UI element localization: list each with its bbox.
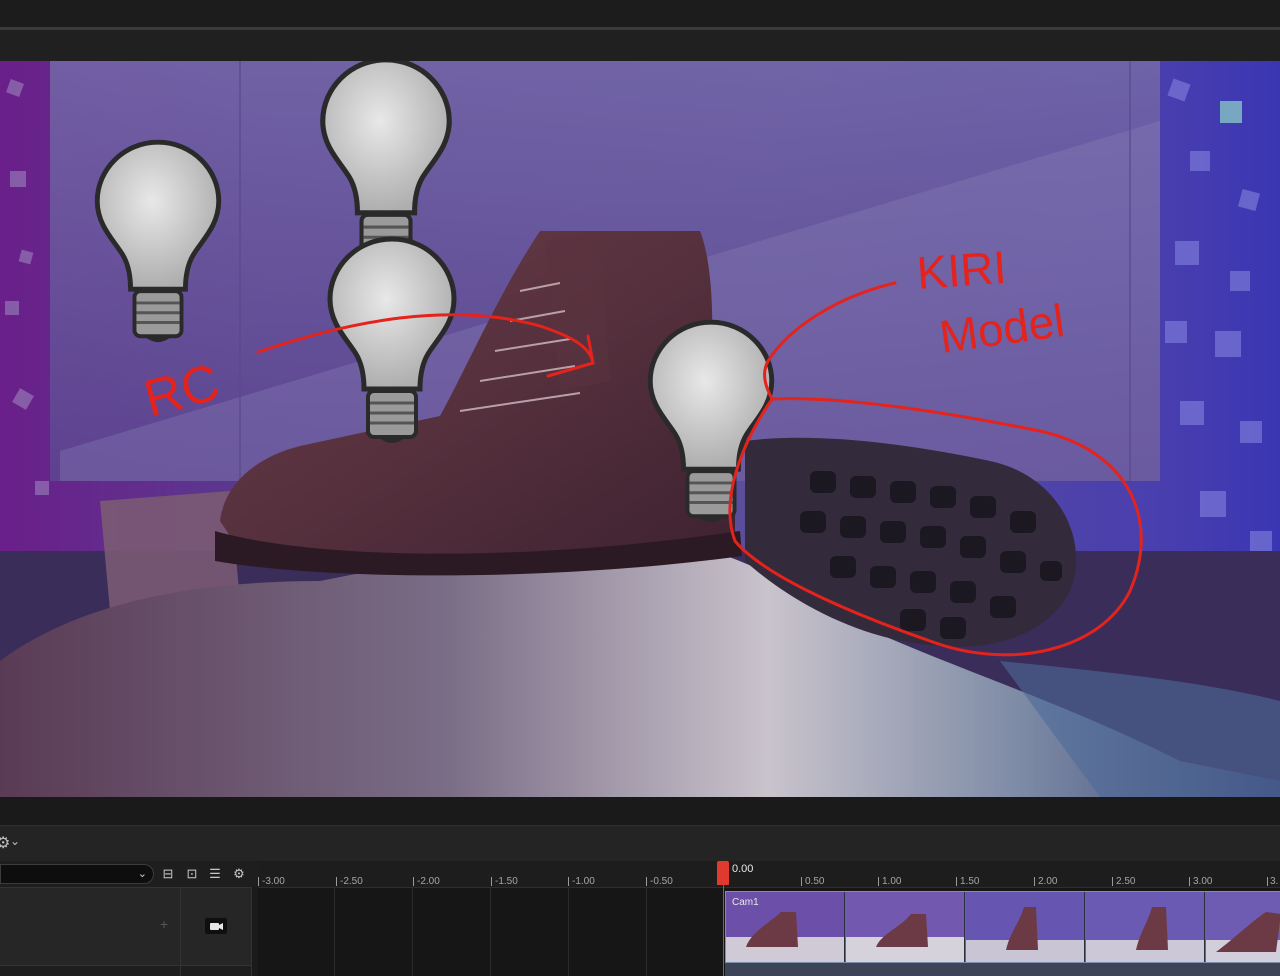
settings-gear-icon[interactable]: ⚙ [231, 866, 247, 882]
ruler-tick-label: 2.00 [1038, 876, 1058, 887]
clip-thumbnail [1206, 892, 1280, 962]
viewport[interactable]: RC KIRI Model [0, 61, 1280, 797]
viewport-toolbar [0, 30, 1280, 61]
chevron-down-icon[interactable]: ⌄ [10, 834, 20, 848]
camera-clip[interactable]: Cam1 [725, 891, 1280, 963]
gridline [334, 887, 335, 976]
clip-label: Cam1 [732, 897, 759, 908]
ruler-tick-label: -0.50 [650, 876, 673, 887]
gear-icon[interactable]: ⚙ [0, 833, 10, 853]
ruler-tick-label: 3.00 [1193, 876, 1213, 887]
ruler-tick-label: -2.50 [340, 876, 363, 887]
gridline [490, 887, 491, 976]
add-track-icon[interactable]: + [160, 916, 168, 932]
ruler-tick [801, 877, 802, 886]
ruler-tick [413, 877, 414, 886]
top-bar [0, 0, 1280, 27]
ruler-tick [646, 877, 647, 886]
ruler-tick [258, 877, 259, 886]
ruler-tick [878, 877, 879, 886]
clip-thumbnail [1086, 892, 1205, 962]
ruler-tick-label: -3.00 [262, 876, 285, 887]
ruler-tick [336, 877, 337, 886]
ruler-tick [491, 877, 492, 886]
ruler-tick-label: 1.50 [960, 876, 980, 887]
track-column-divider [180, 887, 181, 976]
ruler-tick-label: 2.50 [1116, 876, 1136, 887]
clip-thumbnail [846, 892, 965, 962]
annotation-label-right-1: KIRI [915, 241, 1008, 299]
collapse-tracks-icon[interactable]: ⊟ [160, 866, 176, 882]
ruler-tick-label: -1.50 [495, 876, 518, 887]
viewport-render: RC KIRI Model [0, 61, 1280, 797]
playhead-time: 0.00 [732, 863, 754, 875]
playhead-handle[interactable] [717, 861, 729, 885]
gridline [568, 887, 569, 976]
ruler-tick [1267, 877, 1268, 886]
ruler-tick-label: -1.00 [572, 876, 595, 887]
expand-tracks-icon[interactable]: ⊡ [184, 866, 200, 882]
clip-sub-track [725, 963, 1280, 976]
chevron-down-icon[interactable]: ⌄ [138, 867, 147, 880]
ruler-tick-label: 1.00 [882, 876, 902, 887]
ruler-tick-label: 3. [1270, 876, 1279, 887]
camera-icon[interactable] [205, 918, 227, 934]
clip-thumbnail [966, 892, 1085, 962]
timeline[interactable]: -3.00 -2.50 -2.00 -1.50 -1.00 -0.50 0.50… [258, 861, 1280, 976]
gridline [412, 887, 413, 976]
playhead-line [723, 885, 724, 976]
ruler-tick-label: -2.00 [417, 876, 440, 887]
ruler-tick [1189, 877, 1190, 886]
gridline [646, 887, 647, 976]
sequencer-header [0, 825, 1280, 862]
viewport-bottom-bar [0, 797, 1280, 825]
ruler-tick-label: 0.50 [805, 876, 825, 887]
ruler-tick [1034, 877, 1035, 886]
ruler-tick [568, 877, 569, 886]
list-icon[interactable]: ☰ [207, 866, 223, 882]
ruler-tick [956, 877, 957, 886]
track-search-input[interactable]: ⌄ [0, 864, 154, 884]
ruler-tick [1112, 877, 1113, 886]
